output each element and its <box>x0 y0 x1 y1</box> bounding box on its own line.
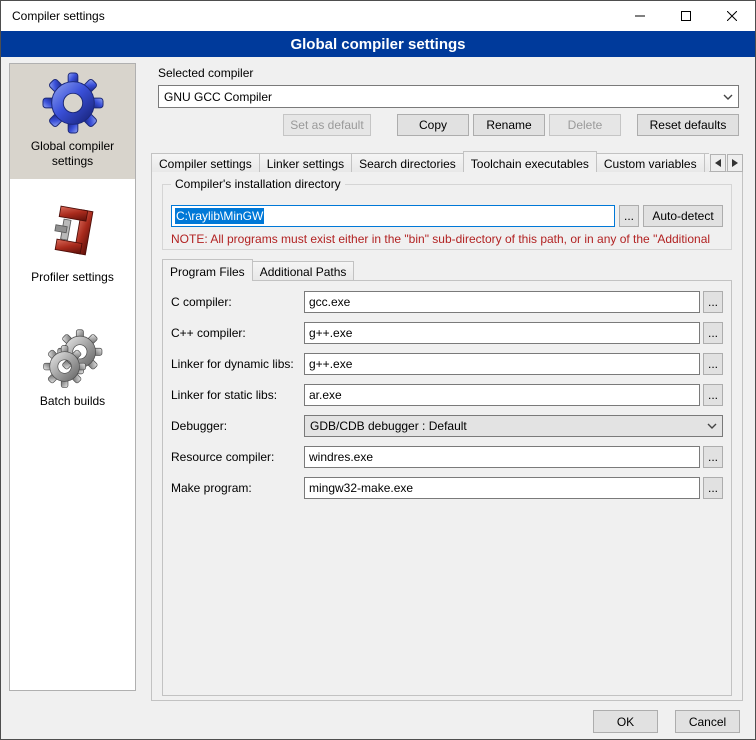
selected-compiler-label: Selected compiler <box>158 66 253 80</box>
compiler-combobox[interactable]: GNU GCC Compiler <box>158 85 739 108</box>
static-linker-browse-button[interactable]: ... <box>703 384 723 406</box>
minimize-icon <box>635 11 645 21</box>
cpp-compiler-input[interactable] <box>304 322 700 344</box>
titlebar: Compiler settings <box>1 1 755 31</box>
tab-scroll-arrows <box>709 154 743 172</box>
tabs-viewport: Compiler settings Linker settings Search… <box>151 150 709 172</box>
resource-compiler-browse-button[interactable]: ... <box>703 446 723 468</box>
sidebar-item-label: Global compiler settings <box>17 139 129 169</box>
make-program-browse-button[interactable]: ... <box>703 477 723 499</box>
debugger-label: Debugger: <box>171 419 304 433</box>
program-files-panel: C compiler: ... C++ compiler: ... Linker… <box>162 280 732 696</box>
batch-builds-gears-icon <box>43 329 103 389</box>
toolchain-executables-panel: Compiler's installation directory C:\ray… <box>151 171 743 701</box>
close-button[interactable] <box>709 1 755 31</box>
tab-strip: Compiler settings Linker settings Search… <box>151 150 743 172</box>
tab-search-directories[interactable]: Search directories <box>351 153 464 172</box>
sidebar-item-profiler-settings[interactable]: Profiler settings <box>10 195 135 295</box>
reset-defaults-button[interactable]: Reset defaults <box>637 114 739 136</box>
dynamic-linker-input[interactable] <box>304 353 700 375</box>
window-controls <box>617 1 755 31</box>
c-compiler-browse-button[interactable]: ... <box>703 291 723 313</box>
copy-button[interactable]: Copy <box>397 114 469 136</box>
c-compiler-input[interactable] <box>304 291 700 313</box>
profiler-clamp-icon <box>45 203 101 265</box>
resource-compiler-label: Resource compiler: <box>171 450 304 464</box>
tab-scroll-right-button[interactable] <box>727 154 743 172</box>
field-row-debugger: Debugger: GDB/CDB debugger : Default <box>171 415 723 437</box>
tab-toolchain-executables[interactable]: Toolchain executables <box>463 151 597 172</box>
sidebar-item-global-compiler-settings[interactable]: Global compiler settings <box>10 64 135 179</box>
note-text: NOTE: All programs must exist either in … <box>171 232 730 246</box>
sidebar-item-label: Batch builds <box>17 394 129 409</box>
field-row-c-compiler: C compiler: ... <box>171 291 723 313</box>
field-row-resource-compiler: Resource compiler: ... <box>171 446 723 468</box>
field-row-make-program: Make program: ... <box>171 477 723 499</box>
make-program-label: Make program: <box>171 481 304 495</box>
debugger-combobox-value: GDB/CDB debugger : Default <box>305 419 702 433</box>
close-icon <box>727 11 737 21</box>
field-row-static-linker: Linker for static libs: ... <box>171 384 723 406</box>
window-title: Compiler settings <box>1 9 105 23</box>
c-compiler-label: C compiler: <box>171 295 304 309</box>
subtab-strip: Program Files Additional Paths <box>162 259 353 280</box>
chevron-down-icon <box>702 423 722 429</box>
chevron-down-icon <box>718 94 738 100</box>
ok-button[interactable]: OK <box>593 710 658 733</box>
cancel-button[interactable]: Cancel <box>675 710 740 733</box>
install-dir-browse-button[interactable]: ... <box>619 205 639 227</box>
tab-linker-settings[interactable]: Linker settings <box>259 153 352 172</box>
install-dir-groupbox: Compiler's installation directory C:\ray… <box>162 184 732 250</box>
dialog-header: Global compiler settings <box>1 31 755 57</box>
tab-compiler-settings[interactable]: Compiler settings <box>151 153 260 172</box>
compiler-button-row: Set as default Copy Rename Delete Reset … <box>158 114 739 136</box>
cpp-compiler-label: C++ compiler: <box>171 326 304 340</box>
compiler-combobox-value: GNU GCC Compiler <box>159 90 718 104</box>
maximize-icon <box>681 11 691 21</box>
static-linker-label: Linker for static libs: <box>171 388 304 402</box>
sidebar-item-batch-builds[interactable]: Batch builds <box>10 321 135 419</box>
compiler-settings-window: Compiler settings Global compiler settin… <box>0 0 756 740</box>
install-dir-value: C:\raylib\MinGW <box>175 208 264 224</box>
left-arrow-icon <box>715 159 721 167</box>
right-arrow-icon <box>732 159 738 167</box>
rename-button[interactable]: Rename <box>473 114 545 136</box>
dynamic-linker-browse-button[interactable]: ... <box>703 353 723 375</box>
field-row-cpp-compiler: C++ compiler: ... <box>171 322 723 344</box>
debugger-combobox[interactable]: GDB/CDB debugger : Default <box>304 415 723 437</box>
compiler-gear-icon <box>42 72 104 134</box>
dynamic-linker-label: Linker for dynamic libs: <box>171 357 304 371</box>
install-dir-input[interactable]: C:\raylib\MinGW <box>171 205 615 227</box>
static-linker-input[interactable] <box>304 384 700 406</box>
maximize-button[interactable] <box>663 1 709 31</box>
sidebar-item-label: Profiler settings <box>17 270 129 285</box>
set-as-default-button[interactable]: Set as default <box>283 114 371 136</box>
subtab-additional-paths[interactable]: Additional Paths <box>252 261 355 280</box>
cpp-compiler-browse-button[interactable]: ... <box>703 322 723 344</box>
tab-custom-variables[interactable]: Custom variables <box>596 153 705 172</box>
subtab-program-files[interactable]: Program Files <box>162 259 253 281</box>
resource-compiler-input[interactable] <box>304 446 700 468</box>
minimize-button[interactable] <box>617 1 663 31</box>
sidebar: Global compiler settings Profiler settin… <box>9 63 136 691</box>
autodetect-button[interactable]: Auto-detect <box>643 205 723 227</box>
delete-button[interactable]: Delete <box>549 114 621 136</box>
field-row-dynamic-linker: Linker for dynamic libs: ... <box>171 353 723 375</box>
install-dir-group-label: Compiler's installation directory <box>171 177 345 191</box>
install-dir-row: C:\raylib\MinGW ... Auto-detect <box>171 205 723 227</box>
tab-scroll-left-button[interactable] <box>710 154 726 172</box>
make-program-input[interactable] <box>304 477 700 499</box>
